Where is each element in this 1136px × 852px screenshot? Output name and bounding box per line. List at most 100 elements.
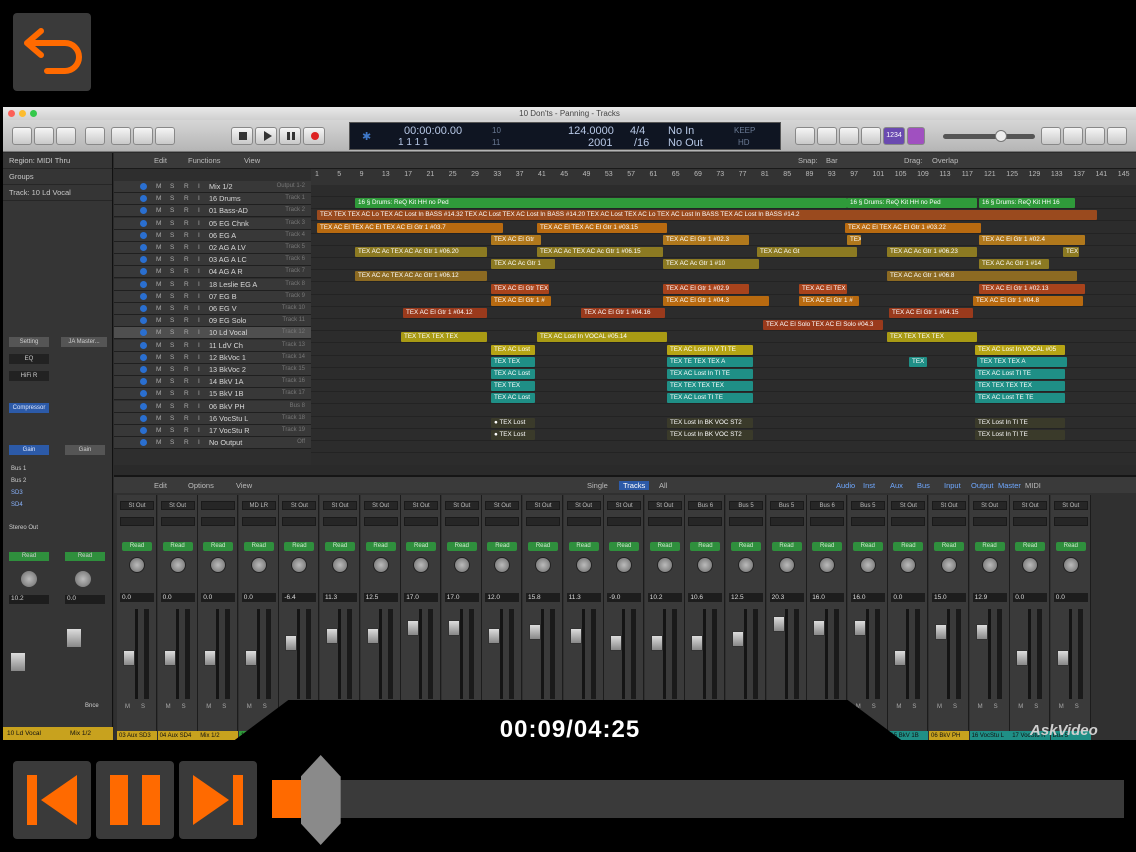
- zoom-window-button[interactable]: [30, 110, 37, 117]
- audio-region[interactable]: TEX AC Lost In VOCAL #05: [975, 344, 1065, 355]
- pan-knob[interactable]: [250, 557, 267, 573]
- output-slot[interactable]: [201, 501, 236, 510]
- output-slot[interactable]: St Out: [160, 501, 195, 510]
- input-button[interactable]: I: [198, 218, 200, 229]
- volume-fader[interactable]: [366, 627, 379, 644]
- master-volume-thumb[interactable]: [995, 130, 1007, 142]
- audio-region[interactable]: TEX TEX: [491, 381, 535, 392]
- automation-read-button[interactable]: Read: [122, 542, 152, 551]
- volume-fader-right[interactable]: [67, 629, 81, 647]
- send-sd4[interactable]: SD4: [11, 502, 23, 508]
- audio-region[interactable]: TEX AC El TEX AC El Gtr 1 #03.15: [537, 222, 667, 233]
- editors-button[interactable]: [155, 127, 175, 145]
- automation-read-button[interactable]: Read: [162, 542, 193, 551]
- audio-region[interactable]: TEX AC Lost TI TE: [667, 393, 753, 404]
- record-button[interactable]: R: [184, 340, 189, 351]
- input-button[interactable]: I: [198, 193, 200, 204]
- power-icon[interactable]: [140, 280, 147, 288]
- output-slot[interactable]: St Out: [485, 501, 520, 510]
- volume-fader[interactable]: [1016, 649, 1029, 666]
- automation-read-button[interactable]: Read: [487, 542, 518, 551]
- power-icon[interactable]: [140, 256, 147, 264]
- output-slot[interactable]: Bus 5: [729, 501, 763, 510]
- group-slot[interactable]: [201, 517, 236, 526]
- solo-button[interactable]: S: [170, 303, 174, 314]
- track-header[interactable]: M S R I 13 BkVoc 2 Track 15: [114, 364, 311, 376]
- audio-region[interactable]: 16 § Drums: ReQ Kit HH no Ped: [355, 198, 847, 209]
- output-slot[interactable]: St Out: [1013, 501, 1048, 510]
- smart-controls-button[interactable]: [111, 127, 131, 145]
- group-slot[interactable]: [404, 517, 439, 526]
- output-slot-left[interactable]: Stereo Out: [9, 525, 38, 531]
- pan-knob[interactable]: [616, 557, 633, 573]
- automation-read-button[interactable]: Read: [609, 542, 640, 551]
- power-icon[interactable]: [140, 427, 147, 434]
- mute-button[interactable]: M: [156, 254, 161, 265]
- audio-region[interactable]: TEX TE TEX TEX A: [667, 356, 753, 367]
- record-button[interactable]: R: [184, 181, 189, 192]
- record-button[interactable]: R: [184, 388, 189, 399]
- audio-region[interactable]: 16 § Drums: ReQ Kit HH 16: [979, 198, 1075, 209]
- filter-audio[interactable]: Audio: [836, 481, 855, 490]
- volume-fader[interactable]: [569, 627, 582, 644]
- solo-button[interactable]: S: [141, 704, 145, 710]
- track-header[interactable]: M S R I 15 BkV 1B Track 17: [114, 388, 311, 401]
- mixer-options-menu[interactable]: Options: [188, 481, 214, 490]
- audio-region[interactable]: ● TEX Lost: [491, 417, 535, 428]
- eq-display-left[interactable]: EQ: [9, 354, 49, 364]
- track-header[interactable]: M S R I 16 Drums Track 1: [114, 193, 311, 206]
- track-header[interactable]: M S R I No Output Off: [114, 437, 311, 450]
- volume-fader-left[interactable]: [11, 653, 25, 671]
- group-slot[interactable]: [729, 517, 763, 526]
- pan-knob[interactable]: [778, 557, 795, 573]
- automation-read-button[interactable]: Read: [893, 542, 924, 551]
- solo-button[interactable]: S: [170, 254, 174, 265]
- audio-region[interactable]: TEX AC Ac Gtr 1 #10: [663, 259, 759, 270]
- audio-region[interactable]: TEX TEX: [491, 356, 535, 367]
- power-icon[interactable]: [140, 341, 147, 349]
- audio-region[interactable]: TEX AC El Gtr TEX: [491, 283, 549, 294]
- input-button[interactable]: I: [198, 413, 200, 424]
- filter-output[interactable]: Output: [971, 481, 994, 490]
- mute-button[interactable]: M: [206, 704, 211, 710]
- output-slot[interactable]: St Out: [363, 501, 398, 510]
- setting-button[interactable]: Setting: [9, 337, 49, 347]
- mute-button[interactable]: M: [937, 704, 942, 710]
- input-slot-left[interactable]: HiFi R: [9, 371, 49, 381]
- mute-button[interactable]: M: [156, 352, 161, 363]
- toolbar-button[interactable]: [56, 127, 76, 145]
- pause-playback-button[interactable]: [96, 761, 174, 839]
- track-header[interactable]: M S R I 16 VocStu L Track 18: [114, 412, 311, 425]
- group-slot[interactable]: [323, 517, 357, 526]
- audio-region[interactable]: TEX AC El Gtr 1 #04.12: [403, 308, 487, 318]
- group-slot[interactable]: [769, 517, 804, 526]
- output-slot[interactable]: St Out: [647, 501, 682, 510]
- output-slot[interactable]: St Out: [323, 501, 357, 510]
- volume-fader[interactable]: [691, 634, 704, 651]
- pan-knob[interactable]: [656, 557, 673, 573]
- track-header[interactable]: M S R I 04 AG A R Track 7: [114, 266, 311, 279]
- group-slot[interactable]: [932, 517, 966, 526]
- audio-region[interactable]: TEX AC Lost: [491, 344, 535, 355]
- input-button[interactable]: I: [198, 266, 200, 277]
- mute-button[interactable]: M: [156, 303, 161, 314]
- inspector-track[interactable]: Track: 10 Ld Vocal: [3, 185, 112, 201]
- volume-fader[interactable]: [529, 623, 541, 640]
- pan-knob[interactable]: [453, 557, 470, 573]
- record-button[interactable]: R: [184, 327, 189, 338]
- input-button[interactable]: I: [198, 291, 200, 302]
- pan-knob[interactable]: [129, 557, 145, 573]
- arrange-edit-menu[interactable]: Edit: [154, 156, 167, 165]
- filter-input[interactable]: Input: [944, 481, 961, 490]
- solo-button[interactable]: S: [170, 413, 174, 424]
- compressor-plugin[interactable]: Compressor: [9, 403, 49, 413]
- audio-region[interactable]: TEX TEX TEX AC Lo TEX AC Lost In BASS #1…: [317, 210, 1097, 221]
- master-volume-slider[interactable]: [943, 130, 1035, 142]
- track-header[interactable]: M S R I 06 EG A Track 4: [114, 229, 311, 242]
- output-slot[interactable]: Bus 5: [850, 501, 885, 510]
- output-slot[interactable]: St Out: [932, 501, 966, 510]
- volume-fader[interactable]: [772, 616, 785, 633]
- audio-region[interactable]: TEX Lost In TI TE: [975, 430, 1065, 440]
- group-slot[interactable]: [444, 517, 479, 526]
- pan-knob[interactable]: [413, 557, 430, 573]
